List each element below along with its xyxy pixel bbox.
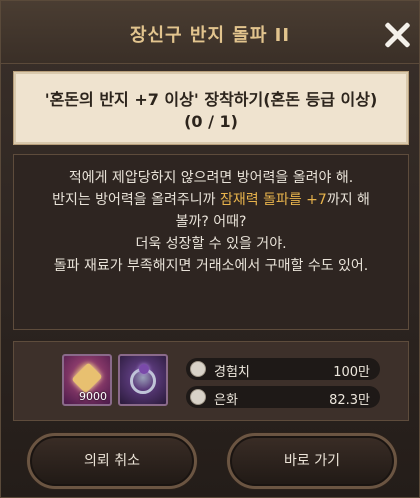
- dialogue-line: 돌파 재료가 부족해지면 거래소에서 구매할 수도 있어.: [53, 258, 369, 274]
- item-quantity: 9000: [79, 390, 107, 403]
- dialogue-line: 더욱 성장할 수 있을 거야.: [135, 236, 287, 252]
- highlighted-text: 잠재력 돌파를 +7: [220, 192, 327, 208]
- silver-coin-icon: [190, 389, 206, 405]
- reward-panel: 9000 경험치 100만 은화 82.3만: [13, 341, 409, 421]
- quest-progress: (0 / 1): [184, 112, 238, 131]
- exp-coin-icon: [190, 361, 206, 377]
- dialogue-line: 볼까? 어때?: [175, 214, 247, 230]
- reward-item-slot[interactable]: 9000: [62, 354, 112, 406]
- cancel-quest-button[interactable]: 의뢰 취소: [27, 433, 197, 489]
- dialogue-line: 적에게 제압당하지 않으려면 방어력을 올려야 해.: [68, 170, 354, 186]
- title-bar: 장신구 반지 돌파 II: [1, 1, 419, 64]
- npc-dialogue-box: 적에게 제압당하지 않으려면 방어력을 올려야 해. 반지는 방어력을 올려주니…: [13, 154, 409, 330]
- stat-label: 경험치: [214, 365, 250, 380]
- quest-objective-text: '혼돈의 반지 +7 이상' 장착하기(혼돈 등급 이상): [44, 90, 378, 109]
- npc-dialogue-text: 적에게 제압당하지 않으려면 방어력을 올려야 해. 반지는 방어력을 올려주니…: [14, 167, 408, 277]
- reward-stat-exp: 경험치 100만: [186, 358, 380, 380]
- dialogue-line: 반지는 방어력을 올려주니까 잠재력 돌파를 +7까지 해: [14, 189, 408, 211]
- go-now-button[interactable]: 바로 가기: [227, 433, 397, 489]
- quest-objective-box: '혼돈의 반지 +7 이상' 장착하기(혼돈 등급 이상) (0 / 1): [13, 71, 409, 145]
- ring-gem-icon: [139, 364, 149, 374]
- reward-item-slot[interactable]: [118, 354, 168, 406]
- dialogue-text: 까지 해: [326, 192, 370, 208]
- dialogue-text: 반지는 방어력을 올려주니까: [52, 192, 220, 208]
- close-icon[interactable]: [383, 21, 411, 49]
- reward-stat-silver: 은화 82.3만: [186, 386, 380, 408]
- gold-gem-icon: [71, 362, 103, 394]
- dialog-title: 장신구 반지 돌파 II: [129, 25, 291, 46]
- quest-dialog: 장신구 반지 돌파 II '혼돈의 반지 +7 이상' 장착하기(혼돈 등급 이…: [0, 0, 420, 498]
- stat-label: 은화: [214, 393, 238, 408]
- stat-value: 82.3만: [329, 393, 370, 408]
- stat-value: 100만: [333, 365, 370, 380]
